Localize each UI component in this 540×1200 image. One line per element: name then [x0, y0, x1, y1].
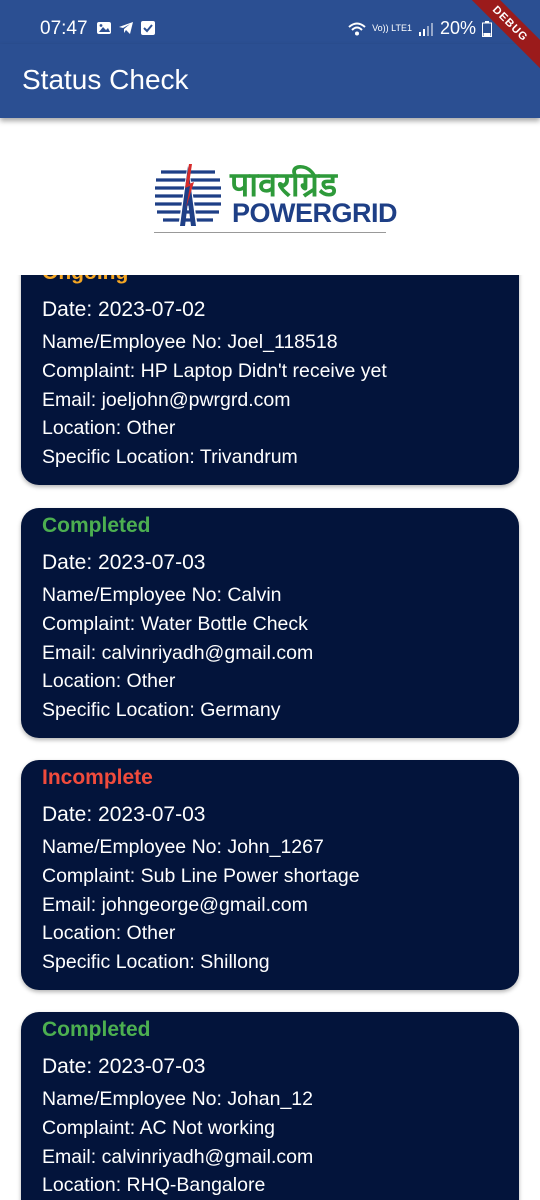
battery-percent: 20% [439, 18, 476, 38]
complaint-text: Complaint: HP Laptop Didn't receive yet [42, 360, 387, 382]
specific-location-text: Specific Location: Shillong [42, 951, 270, 973]
system-indicators: Vo)) LTE1 20% [348, 18, 492, 39]
location-text: Location: Other [42, 670, 176, 692]
status-label: Completed [42, 1018, 151, 1041]
checkbox-icon [141, 21, 155, 35]
date-text: Date: 2023-07-03 [42, 551, 206, 574]
notification-icons [96, 20, 156, 36]
wifi-icon [348, 22, 366, 35]
gallery-icon [97, 22, 111, 34]
email-text: Email: joeljohn@pwrgrd.com [42, 389, 291, 411]
date-text: Date: 2023-07-03 [42, 803, 206, 826]
complaint-card[interactable]: Incomplete Date: 2023-07-03 Name/Employe… [21, 760, 519, 990]
network-label: Vo)) LTE1 [372, 23, 412, 33]
employee-text: Name/Employee No: Johan_12 [42, 1088, 313, 1110]
powergrid-logo: पावरग्रिड POWERGRID [154, 158, 398, 236]
status-label: Incomplete [42, 766, 153, 789]
status-label: Completed [42, 514, 151, 537]
date-text: Date: 2023-07-02 [42, 298, 206, 321]
page-title: Status Check [22, 64, 189, 95]
complaint-text: Complaint: Water Bottle Check [42, 613, 308, 635]
specific-location-text: Specific Location: Germany [42, 699, 281, 721]
location-text: Location: RHQ-Bangalore [42, 1174, 266, 1196]
date-text: Date: 2023-07-03 [42, 1055, 206, 1078]
employee-text: Name/Employee No: Calvin [42, 584, 282, 606]
email-text: Email: calvinriyadh@gmail.com [42, 642, 314, 664]
clock: 07:47 [40, 18, 88, 39]
globe-icon [155, 161, 221, 228]
logo-divider [154, 232, 386, 233]
email-text: Email: calvinriyadh@gmail.com [42, 1146, 314, 1168]
telegram-icon [119, 22, 133, 34]
complaint-card[interactable]: Completed Date: 2023-07-03 Name/Employee… [21, 1012, 519, 1200]
status-label: Ongoing [42, 275, 128, 285]
employee-text: Name/Employee No: John_1267 [42, 836, 324, 858]
specific-location-text: Specific Location: Trivandrum [42, 446, 298, 468]
complaint-text: Complaint: AC Not working [42, 1117, 276, 1139]
logo-english-text: POWERGRID [232, 198, 398, 228]
location-text: Location: Other [42, 922, 176, 944]
complaint-card[interactable]: Completed Date: 2023-07-03 Name/Employee… [21, 508, 519, 738]
complaint-text: Complaint: Sub Line Power shortage [42, 865, 360, 887]
complaint-card[interactable]: Ongoing Date: 2023-07-02 Name/Employee N… [21, 275, 519, 485]
email-text: Email: johngeorge@gmail.com [42, 894, 308, 916]
app-bar: Status Check [0, 44, 540, 118]
status-bar: 07:47 Vo)) LTE1 20% [0, 0, 540, 44]
complaint-list[interactable]: Ongoing Date: 2023-07-02 Name/Employee N… [0, 275, 540, 1200]
location-text: Location: Other [42, 417, 176, 439]
employee-text: Name/Employee No: Joel_118518 [42, 331, 338, 353]
battery-icon [482, 20, 492, 37]
signal-icon [418, 22, 433, 36]
